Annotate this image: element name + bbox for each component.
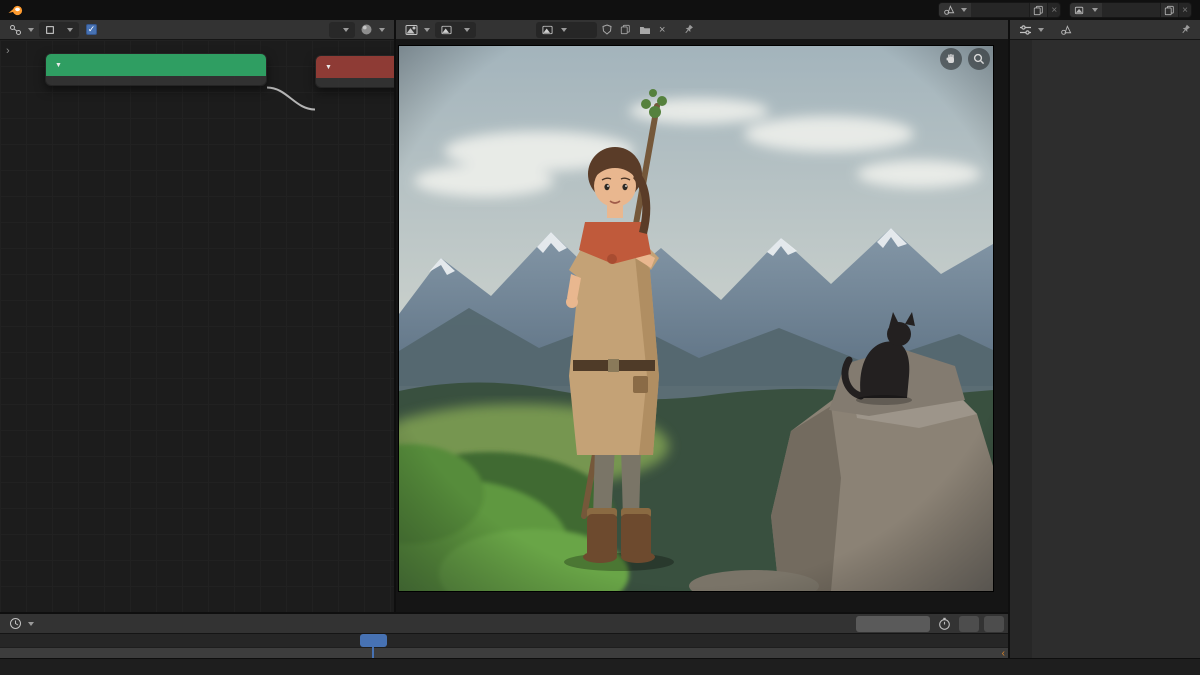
status-bar bbox=[0, 658, 1200, 675]
chevron-down-icon bbox=[561, 28, 567, 32]
region-collapse-icon[interactable]: ‹ bbox=[1002, 648, 1005, 659]
editor-type-properties-icon[interactable] bbox=[1016, 24, 1047, 36]
current-frame-line[interactable] bbox=[372, 646, 374, 658]
blender-window: × × bbox=[0, 0, 1200, 675]
view-layer-selector[interactable]: × bbox=[1069, 2, 1192, 18]
chevron-down-icon bbox=[28, 622, 34, 626]
blender-logo-icon[interactable] bbox=[8, 4, 24, 17]
chevron-down-icon bbox=[28, 28, 34, 32]
new-image-icon[interactable] bbox=[617, 24, 634, 35]
collapse-triangle-icon[interactable]: ▼ bbox=[55, 62, 62, 69]
image-datablock-selector[interactable] bbox=[536, 22, 597, 38]
principled-bsdf-node-header[interactable]: ▼ bbox=[46, 54, 266, 76]
properties-tab-column bbox=[1010, 40, 1032, 658]
chevron-down-icon bbox=[67, 28, 73, 32]
node-editor-header: ✓ bbox=[0, 20, 394, 40]
topbar-right: × × bbox=[938, 2, 1192, 18]
image-view-mode-dropdown[interactable] bbox=[435, 22, 476, 38]
new-scene-icon[interactable] bbox=[1029, 3, 1047, 17]
node-wire bbox=[0, 40, 394, 612]
fake-user-shield-icon[interactable] bbox=[599, 24, 615, 35]
chevron-down-icon bbox=[1038, 28, 1044, 32]
timeline-ruler-area[interactable]: ‹ bbox=[0, 634, 1008, 658]
scene-icon[interactable] bbox=[939, 3, 971, 17]
new-view-layer-icon[interactable] bbox=[1160, 3, 1178, 17]
editor-type-image-icon[interactable] bbox=[402, 24, 433, 36]
current-frame-field[interactable] bbox=[856, 616, 930, 632]
frame-ruler[interactable] bbox=[0, 634, 1008, 647]
frame-end-field[interactable] bbox=[984, 616, 1004, 632]
viewport-overlay-buttons bbox=[940, 48, 990, 70]
scene-selector[interactable]: × bbox=[938, 2, 1061, 18]
material-output-node-header[interactable]: ▼ bbox=[316, 56, 394, 78]
node-canvas[interactable]: › ▼ ▼ bbox=[0, 40, 394, 612]
shader-type-dropdown[interactable] bbox=[39, 22, 79, 38]
image-canvas[interactable] bbox=[396, 40, 1008, 612]
chevron-down-icon bbox=[961, 8, 967, 12]
chevron-down-icon bbox=[424, 28, 430, 32]
render-result-image bbox=[399, 46, 993, 591]
chevron-down-icon bbox=[1092, 8, 1098, 12]
principled-bsdf-node[interactable]: ▼ bbox=[45, 53, 267, 86]
render-image bbox=[399, 46, 993, 591]
frame-start-field[interactable] bbox=[959, 616, 979, 632]
chevron-down-icon bbox=[464, 28, 470, 32]
chevron-down-icon bbox=[343, 28, 349, 32]
open-image-folder-icon[interactable] bbox=[636, 25, 654, 35]
timeline-track[interactable] bbox=[0, 647, 1008, 658]
topbar: × × bbox=[0, 0, 1200, 20]
slot-dropdown[interactable] bbox=[329, 22, 355, 38]
timeline-frame-controls bbox=[856, 616, 1004, 632]
chevron-down-icon bbox=[379, 28, 385, 32]
pan-hand-icon[interactable] bbox=[940, 48, 962, 70]
image-editor-header: × bbox=[396, 20, 1008, 40]
left-editors: ✓ › bbox=[0, 20, 1008, 658]
material-output-node[interactable]: ▼ bbox=[315, 55, 394, 88]
close-image-icon[interactable]: × bbox=[656, 24, 668, 36]
remove-view-layer-icon[interactable]: × bbox=[1178, 3, 1191, 17]
editor-type-node-icon[interactable] bbox=[6, 24, 37, 36]
browse-material-icon[interactable] bbox=[357, 23, 388, 36]
image-editor: × bbox=[396, 20, 1008, 612]
unlink-scene-icon[interactable]: × bbox=[1047, 3, 1060, 17]
main-area: ✓ › bbox=[0, 20, 1200, 658]
properties-content bbox=[1032, 40, 1200, 658]
pin-icon[interactable] bbox=[1177, 24, 1194, 35]
properties-editor bbox=[1008, 20, 1200, 658]
pin-icon[interactable] bbox=[680, 24, 697, 35]
timeline: ‹ bbox=[0, 612, 1008, 658]
properties-header bbox=[1010, 20, 1200, 40]
use-nodes-checkbox[interactable]: ✓ bbox=[86, 24, 97, 35]
collapse-triangle-icon[interactable]: ▼ bbox=[325, 64, 332, 71]
editor-type-timeline-icon[interactable] bbox=[6, 617, 37, 630]
view-layer-icon[interactable] bbox=[1070, 3, 1102, 17]
shader-node-editor: ✓ › bbox=[0, 20, 396, 612]
timeline-header bbox=[0, 614, 1008, 634]
use-nodes-toggle[interactable]: ✓ bbox=[83, 24, 105, 35]
current-frame-badge[interactable] bbox=[360, 634, 387, 647]
stopwatch-icon[interactable] bbox=[935, 617, 954, 631]
breadcrumb-scene-icon bbox=[1057, 24, 1075, 36]
zoom-magnifier-icon[interactable] bbox=[968, 48, 990, 70]
